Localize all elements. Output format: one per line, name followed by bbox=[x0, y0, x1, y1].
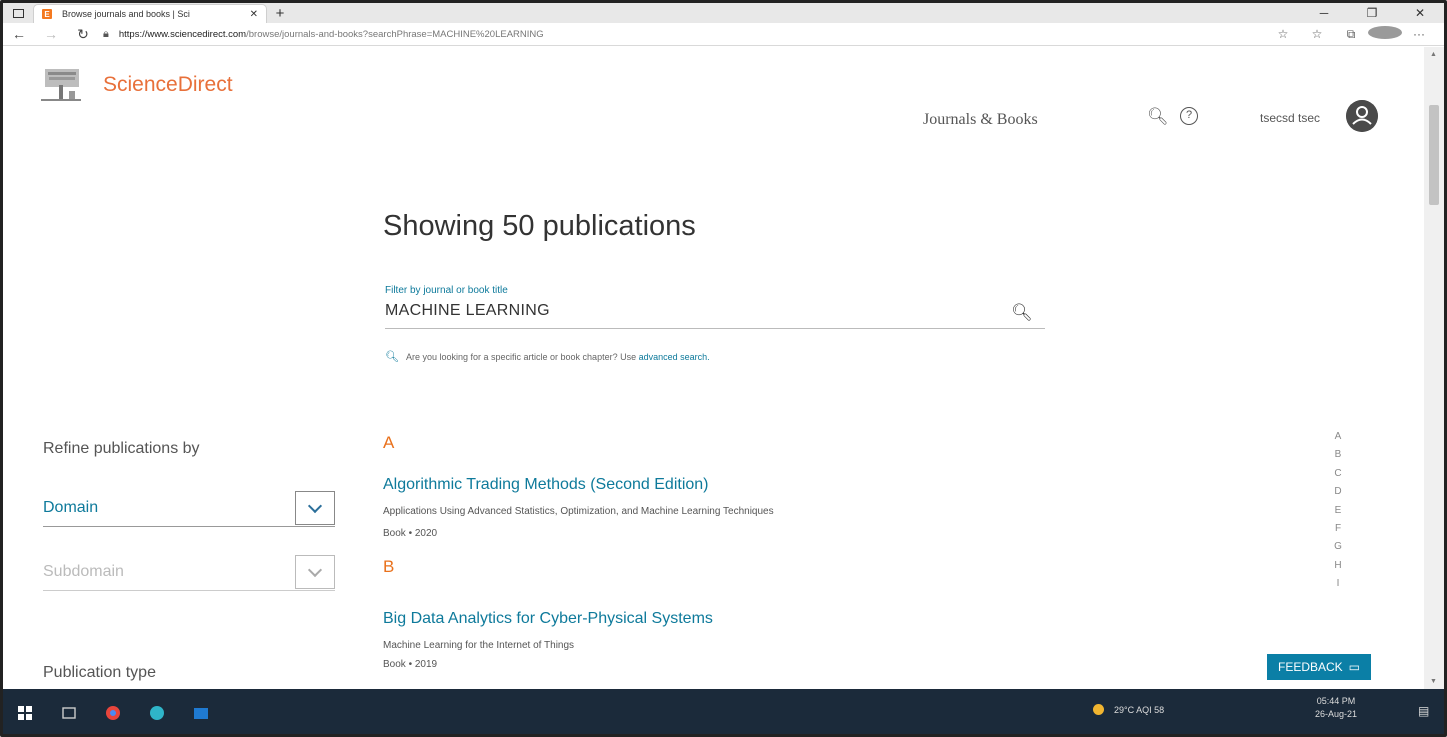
time-text: 05:44 PM bbox=[1316, 696, 1356, 706]
domain-dropdown-button[interactable] bbox=[295, 491, 335, 525]
hint-text: Are you looking for a specific article o… bbox=[405, 352, 639, 362]
domain-label: Domain bbox=[43, 499, 99, 516]
refine-title: Refine publications by bbox=[43, 440, 200, 457]
filter-search-icon[interactable]: 🔍︎ bbox=[1011, 301, 1033, 325]
subdomain-dropdown-button[interactable] bbox=[295, 555, 335, 589]
filter-label: Filter by journal or book title bbox=[385, 285, 508, 296]
user-avatar-icon[interactable] bbox=[1346, 100, 1378, 132]
alphabet-index: A B C D E F G H I bbox=[1323, 431, 1353, 597]
forward-icon[interactable]: → bbox=[35, 26, 67, 42]
filter-input[interactable]: MACHINE LEARNING 🔍︎ bbox=[385, 299, 1045, 329]
url-field[interactable]: 🔒︎ https://www.sciencedirect.com /browse… bbox=[99, 28, 1266, 41]
result-meta: Book • 2020 bbox=[383, 528, 438, 539]
sciencedirect-logo[interactable]: ScienceDirect bbox=[39, 65, 233, 105]
address-bar: ← → ↻ 🔒︎ https://www.sciencedirect.com /… bbox=[3, 23, 1444, 46]
chevron-down-icon bbox=[307, 562, 323, 577]
read-aloud-icon[interactable]: ☆ bbox=[1266, 27, 1300, 41]
favorites-icon[interactable]: ☆ bbox=[1300, 27, 1334, 41]
alpha-link[interactable]: H bbox=[1323, 560, 1353, 578]
domain-select[interactable]: Domain bbox=[43, 491, 335, 527]
journals-books-link[interactable]: Journals & Books bbox=[923, 111, 1038, 129]
clock[interactable]: 05:44 PM 26-Aug-21 bbox=[1306, 695, 1366, 721]
publication-type-title: Publication type bbox=[43, 664, 156, 681]
help-icon[interactable]: ? bbox=[1180, 107, 1198, 125]
tab-title: Browse journals and books | Sci bbox=[62, 9, 190, 19]
alpha-link[interactable]: C bbox=[1323, 468, 1353, 486]
windows-start-icon[interactable] bbox=[3, 706, 47, 720]
profile-icon[interactable] bbox=[1368, 26, 1402, 42]
alpha-link[interactable]: B bbox=[1323, 449, 1353, 467]
elsevier-tree-icon bbox=[41, 69, 81, 101]
weather-widget[interactable]: 29°C AQI 58 bbox=[1093, 704, 1164, 715]
letter-heading: B bbox=[383, 557, 395, 576]
edge-icon[interactable] bbox=[135, 706, 179, 720]
result-subtitle: Applications Using Advanced Statistics, … bbox=[383, 506, 774, 517]
feedback-label: FEEDBACK bbox=[1277, 660, 1343, 674]
refresh-icon[interactable]: ↻ bbox=[67, 26, 99, 43]
chat-icon: ▭ bbox=[1348, 660, 1361, 674]
feedback-button[interactable]: FEEDBACK ▭ bbox=[1267, 654, 1371, 680]
notification-icon[interactable]: ▤ bbox=[1418, 704, 1429, 718]
browser-tab[interactable]: E Browse journals and books | Sci ✕ bbox=[33, 4, 267, 23]
lock-icon: 🔒︎ bbox=[103, 27, 109, 40]
alpha-link[interactable]: F bbox=[1323, 523, 1353, 541]
url-domain: https://www.sciencedirect.com bbox=[118, 28, 247, 40]
more-menu-icon[interactable]: ··· bbox=[1402, 27, 1436, 41]
user-name[interactable]: tsecsd tsec bbox=[1260, 111, 1320, 125]
store-icon[interactable] bbox=[179, 706, 223, 720]
tab-strip: E Browse journals and books | Sci ✕ + ─ … bbox=[3, 3, 1444, 23]
close-window-button[interactable]: ✕ bbox=[1396, 3, 1444, 23]
alpha-link[interactable]: E bbox=[1323, 505, 1353, 523]
result-subtitle: Machine Learning for the Internet of Thi… bbox=[383, 640, 575, 651]
url-path: /browse/journals-and-books?searchPhrase=… bbox=[246, 28, 544, 40]
chrome-icon[interactable] bbox=[91, 706, 135, 720]
browser-window: E Browse journals and books | Sci ✕ + ─ … bbox=[0, 0, 1447, 737]
brand-name: ScienceDirect bbox=[103, 73, 233, 96]
scroll-down-icon[interactable]: ▼ bbox=[1430, 678, 1437, 685]
letter-heading: A bbox=[383, 433, 395, 452]
task-view-icon[interactable] bbox=[47, 706, 91, 720]
search-hint: 🔍︎ Are you looking for a specific article… bbox=[385, 350, 710, 363]
subdomain-label: Subdomain bbox=[43, 563, 124, 580]
page-title: Showing 50 publications bbox=[383, 210, 696, 242]
weather-text: 29°C AQI 58 bbox=[1114, 704, 1165, 715]
taskbar: 29°C AQI 58 05:44 PM 26-Aug-21 ▤ bbox=[3, 689, 1444, 734]
alpha-link[interactable]: I bbox=[1323, 578, 1353, 596]
search-icon[interactable]: 🔍︎ bbox=[1147, 107, 1169, 127]
page-content: ScienceDirect Journals & Books 🔍︎ ? tsec… bbox=[3, 47, 1427, 689]
result-title[interactable]: Algorithmic Trading Methods (Second Edit… bbox=[383, 476, 709, 494]
tab-actions-icon[interactable] bbox=[3, 3, 33, 23]
collections-icon[interactable]: ⧉ bbox=[1334, 27, 1368, 42]
date-text: 26-Aug-21 bbox=[1314, 709, 1358, 719]
elsevier-favicon-icon: E bbox=[42, 9, 52, 19]
alpha-link[interactable]: G bbox=[1323, 541, 1353, 559]
maximize-button[interactable]: ❐ bbox=[1348, 3, 1396, 23]
scroll-up-icon[interactable]: ▲ bbox=[1430, 51, 1437, 58]
sun-icon bbox=[1093, 704, 1104, 715]
back-icon[interactable]: ← bbox=[3, 26, 35, 42]
subdomain-select[interactable]: Subdomain bbox=[43, 555, 335, 591]
result-meta: Book • 2019 bbox=[383, 659, 438, 670]
alpha-link[interactable]: A bbox=[1323, 431, 1353, 449]
window-controls: ─ ❐ ✕ bbox=[1300, 3, 1444, 23]
advanced-search-link[interactable]: advanced search. bbox=[639, 352, 710, 362]
hint-search-icon: 🔍︎ bbox=[385, 351, 399, 363]
scrollbar-thumb[interactable] bbox=[1429, 105, 1439, 205]
alpha-link[interactable]: D bbox=[1323, 486, 1353, 504]
minimize-button[interactable]: ─ bbox=[1300, 3, 1348, 23]
result-title[interactable]: Big Data Analytics for Cyber-Physical Sy… bbox=[383, 610, 713, 628]
filter-value: MACHINE LEARNING bbox=[385, 302, 550, 319]
tab-close-icon[interactable]: ✕ bbox=[250, 9, 258, 20]
new-tab-button[interactable]: + bbox=[267, 4, 293, 23]
chevron-down-icon bbox=[307, 498, 323, 513]
page-scrollbar[interactable]: ▲ ▼ bbox=[1424, 47, 1444, 689]
